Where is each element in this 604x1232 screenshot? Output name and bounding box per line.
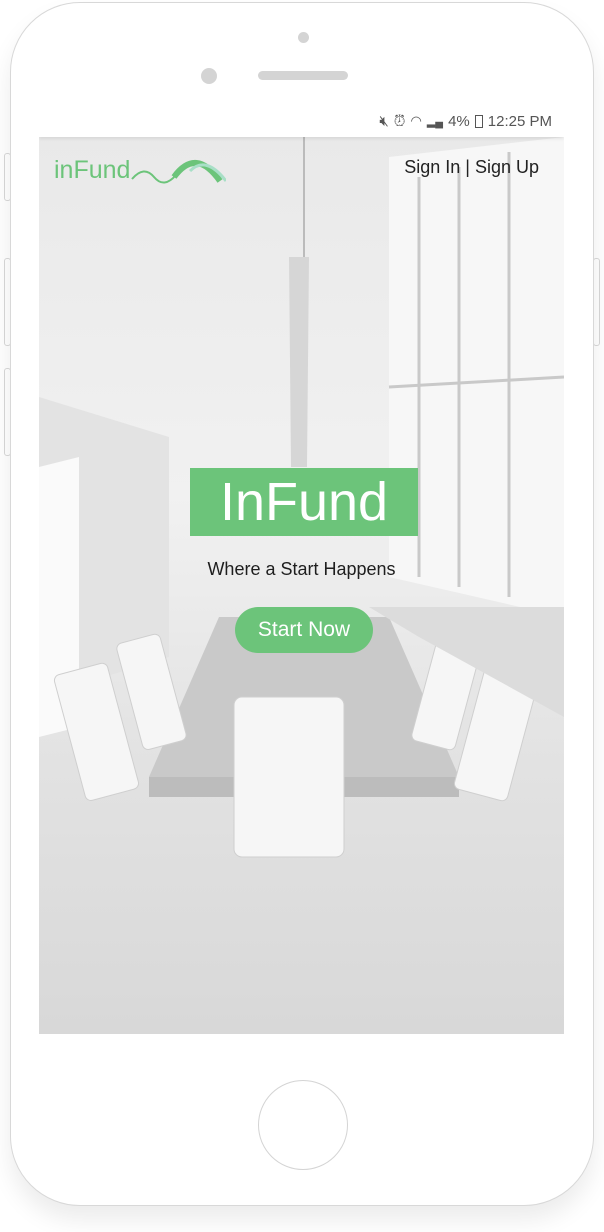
signal-icon: ▂▄ <box>426 115 444 128</box>
alarm-icon: ⏰︎ <box>393 112 406 130</box>
sign-in-link[interactable]: Sign In <box>404 157 460 177</box>
start-now-button[interactable]: Start Now <box>235 607 373 653</box>
front-camera <box>298 32 309 43</box>
power-button <box>593 258 600 346</box>
battery-icon <box>474 114 483 128</box>
hero-title: InFund <box>190 468 418 536</box>
separator: | <box>465 157 470 177</box>
wifi-icon: ◠ <box>410 113 422 128</box>
tagline: Where a Start Happens <box>207 559 396 579</box>
screen: 🔇︎ ⏰︎ ◠ ▂▄ 4% 12:25 PM inFund Sign In | … <box>39 105 564 1034</box>
battery-percent: 4% <box>448 112 470 130</box>
home-button[interactable] <box>258 1080 348 1170</box>
logo-text: inFund <box>54 156 131 184</box>
mute-icon: 🔇︎ <box>379 112 389 130</box>
sensor <box>201 68 217 84</box>
auth-links: Sign In | Sign Up <box>404 157 539 178</box>
sign-up-link[interactable]: Sign Up <box>475 157 539 177</box>
logo-wave-icon <box>131 159 227 184</box>
speaker <box>258 71 348 80</box>
clock: 12:25 PM <box>487 112 552 130</box>
logo[interactable]: inFund <box>54 153 227 185</box>
background-photo <box>39 137 564 1034</box>
status-bar: 🔇︎ ⏰︎ ◠ ▂▄ 4% 12:25 PM <box>39 105 564 137</box>
